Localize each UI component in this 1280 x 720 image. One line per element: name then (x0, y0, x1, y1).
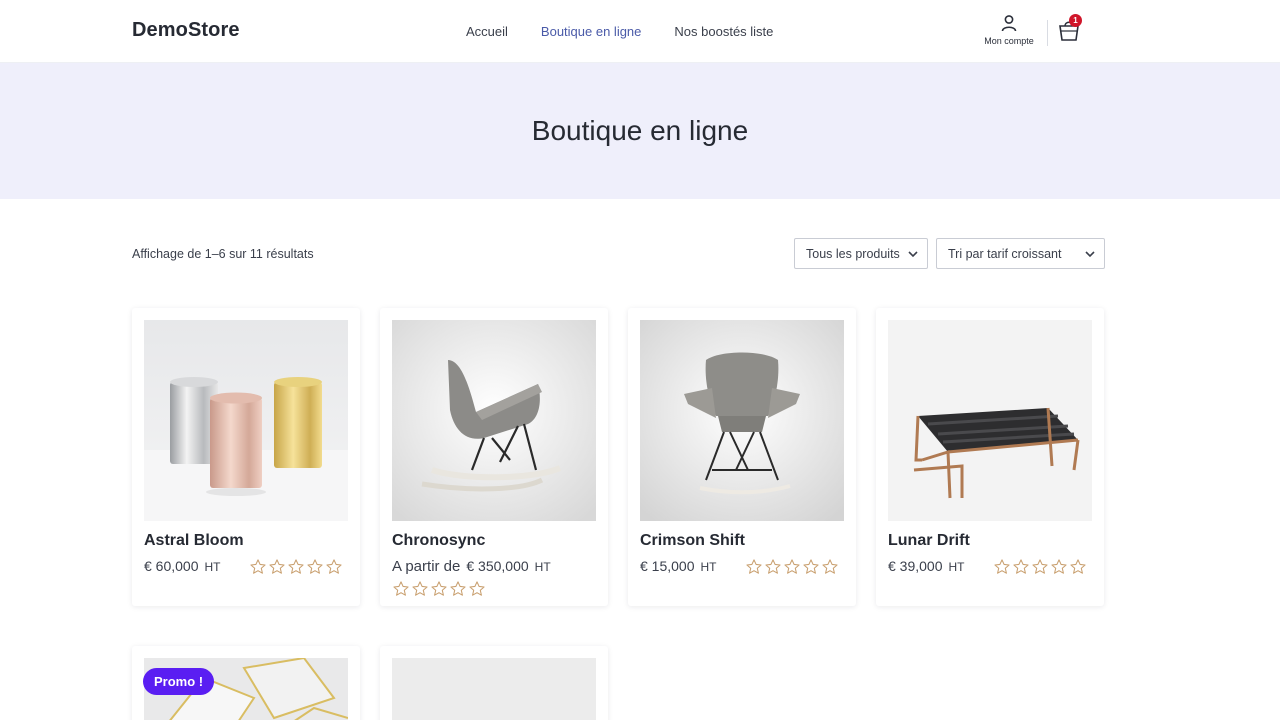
page-hero: Boutique en ligne (0, 63, 1280, 199)
star-icon (1032, 559, 1048, 574)
price-tax-label: HT (700, 560, 717, 574)
product-rating (993, 558, 1087, 576)
nav-item-boutique[interactable]: Boutique en ligne (541, 24, 641, 39)
star-icon (288, 559, 304, 574)
star-icon (822, 559, 838, 574)
cart-count-badge: 1 (1069, 14, 1082, 27)
product-price: € 15,000 HT (640, 558, 717, 574)
site-logo[interactable]: DemoStore (132, 19, 240, 42)
star-icon (412, 581, 428, 596)
product-price: € 60,000 HT (144, 558, 221, 574)
category-filter-value: Tous les produits (806, 247, 900, 261)
sort-order-select[interactable]: Tri par tarif croissant (936, 238, 1105, 269)
sort-order-value: Tri par tarif croissant (948, 247, 1062, 261)
chevron-down-icon (908, 251, 918, 258)
nav-item-boostes[interactable]: Nos boostés liste (674, 24, 773, 39)
account-label: Mon compte (984, 36, 1034, 46)
price-value: € 15,000 (640, 558, 695, 574)
price-value: € 39,000 (888, 558, 943, 574)
price-prefix: A partir de (392, 558, 461, 575)
result-count: Affichage de 1–6 sur 11 résultats (132, 247, 314, 261)
product-price: A partir de € 350,000 HT (392, 558, 551, 575)
product-card-astral-bloom[interactable]: Astral Bloom € 60,000 HT (132, 308, 360, 606)
product-rating (745, 558, 839, 576)
star-icon (269, 559, 285, 574)
product-title[interactable]: Lunar Drift (888, 532, 970, 550)
user-icon (1001, 15, 1017, 32)
product-card-partial-2[interactable] (380, 646, 608, 720)
product-rating (249, 558, 343, 576)
product-price: € 39,000 HT (888, 558, 965, 574)
star-icon (1051, 559, 1067, 574)
star-icon (803, 559, 819, 574)
price-tax-label: HT (534, 560, 551, 574)
star-icon (994, 559, 1010, 574)
price-tax-label: HT (948, 560, 965, 574)
promo-badge: Promo ! (143, 668, 215, 695)
product-rating (392, 580, 486, 598)
star-icon (469, 581, 485, 596)
star-icon (450, 581, 466, 596)
star-icon (250, 559, 266, 574)
header-divider (1047, 20, 1048, 46)
star-icon (307, 559, 323, 574)
product-image[interactable] (392, 320, 596, 521)
category-filter-select[interactable]: Tous les produits (794, 238, 928, 269)
price-value: € 350,000 (466, 558, 529, 574)
product-card-crimson-shift[interactable]: Crimson Shift € 15,000 HT (628, 308, 856, 606)
price-tax-label: HT (204, 560, 221, 574)
star-icon (765, 559, 781, 574)
main-nav: Accueil Boutique en ligne Nos boostés li… (466, 24, 806, 39)
account-link[interactable]: Mon compte (982, 14, 1036, 46)
product-image[interactable] (392, 658, 596, 720)
product-title[interactable]: Chronosync (392, 532, 485, 550)
product-image[interactable] (640, 320, 844, 521)
price-value: € 60,000 (144, 558, 199, 574)
star-icon (431, 581, 447, 596)
site-header: DemoStore Accueil Boutique en ligne Nos … (0, 0, 1280, 63)
nav-item-accueil[interactable]: Accueil (466, 24, 508, 39)
star-icon (1013, 559, 1029, 574)
star-icon (1070, 559, 1086, 574)
product-image[interactable] (144, 320, 348, 521)
product-card-chronosync[interactable]: Chronosync A partir de € 350,000 HT (380, 308, 608, 606)
product-card-lunar-drift[interactable]: Lunar Drift € 39,000 HT (876, 308, 1104, 606)
product-title[interactable]: Crimson Shift (640, 532, 745, 550)
chevron-down-icon (1085, 251, 1095, 258)
product-title[interactable]: Astral Bloom (144, 532, 244, 550)
page-title: Boutique en ligne (531, 115, 749, 146)
cart-button[interactable]: 1 (1058, 14, 1082, 44)
star-icon (326, 559, 342, 574)
star-icon (393, 581, 409, 596)
product-image[interactable] (888, 320, 1092, 521)
star-icon (784, 559, 800, 574)
star-icon (746, 559, 762, 574)
